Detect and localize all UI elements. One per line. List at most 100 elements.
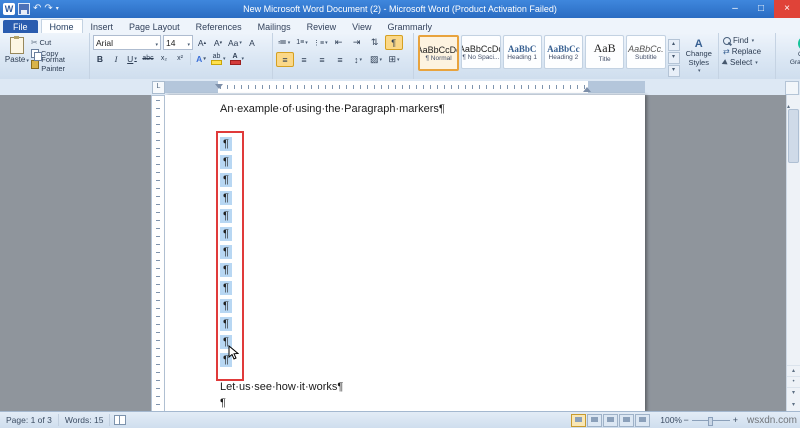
tab-mailings[interactable]: Mailings xyxy=(250,20,299,33)
font-family-combobox[interactable]: Arial xyxy=(93,35,161,50)
tab-insert[interactable]: Insert xyxy=(83,20,122,33)
fullscreen-reading-view-button[interactable] xyxy=(587,413,602,427)
zoom-level[interactable]: 100% xyxy=(660,415,682,425)
underline-button[interactable]: U xyxy=(125,52,139,65)
font-color-button[interactable]: A xyxy=(229,52,246,65)
shading-button[interactable]: ▨ xyxy=(368,53,384,66)
line-spacing-button[interactable]: ↕ xyxy=(350,53,366,66)
align-center-button[interactable]: ≡ xyxy=(296,53,312,66)
change-styles-label-2: Styles xyxy=(688,58,709,67)
page-indicator[interactable]: Page: 1 of 3 xyxy=(0,414,59,426)
save-icon[interactable] xyxy=(18,3,30,15)
document-line-2[interactable]: Let·us·see·how·it·works¶ xyxy=(220,381,343,393)
style-preview: AaBbCc. xyxy=(628,43,664,54)
strikethrough-button[interactable]: abc xyxy=(141,52,155,65)
document-heading-line[interactable]: An·example·of·using·the·Paragraph·marker… xyxy=(220,103,445,115)
word-logo-icon[interactable]: W xyxy=(3,3,15,15)
increase-indent-button[interactable]: ⇥ xyxy=(349,36,365,49)
style-name: ¶ No Spaci... xyxy=(462,53,500,61)
zoom-slider-thumb[interactable] xyxy=(707,416,713,426)
replace-button[interactable]: ⇄ Replace xyxy=(723,47,773,56)
grow-font-button[interactable]: A ▴ xyxy=(195,36,209,49)
tab-review[interactable]: Review xyxy=(299,20,345,33)
style-normal[interactable]: AaBbCcDc ¶ Normal xyxy=(418,35,460,71)
find-button[interactable]: Find xyxy=(723,36,773,45)
style-preview: AaBbCcDc xyxy=(462,43,499,54)
decrease-indent-button[interactable]: ⇤ xyxy=(331,36,347,49)
zoom-slider-track[interactable] xyxy=(691,416,730,426)
style-heading-2[interactable]: AaBbCc Heading 2 xyxy=(543,35,583,69)
maximize-button[interactable]: □ xyxy=(748,0,774,18)
clear-formatting-button[interactable]: A xyxy=(245,36,259,49)
tab-page-layout[interactable]: Page Layout xyxy=(121,20,188,33)
proofing-status-icon[interactable] xyxy=(114,415,127,425)
select-button[interactable]: Select xyxy=(721,58,773,67)
numbering-button[interactable]: 1≡ xyxy=(294,36,310,49)
next-page-button[interactable]: ▾ xyxy=(787,387,800,398)
show-hide-formatting-button[interactable]: ¶ xyxy=(384,35,403,50)
styles-scroll-down-icon[interactable]: ▾ xyxy=(667,52,680,64)
horizontal-ruler[interactable] xyxy=(165,81,645,93)
style-no-spacing[interactable]: AaBbCcDc ¶ No Spaci... xyxy=(461,35,501,69)
vertical-ruler[interactable] xyxy=(151,95,165,412)
font-size-combobox[interactable]: 14 xyxy=(163,35,193,50)
borders-button[interactable]: ⊞ xyxy=(386,53,402,66)
align-right-button[interactable]: ≡ xyxy=(314,53,330,66)
font-size-dropdown-icon[interactable] xyxy=(186,38,190,48)
scrollbar-thumb[interactable] xyxy=(788,109,799,163)
bold-button[interactable]: B xyxy=(93,52,107,65)
justify-button[interactable]: ≡ xyxy=(332,53,348,66)
right-indent-marker[interactable] xyxy=(583,87,591,92)
align-left-button[interactable]: ≡ xyxy=(276,52,294,67)
style-title[interactable]: AaB Title xyxy=(585,35,625,69)
select-browse-object-button[interactable]: • xyxy=(787,376,800,387)
redo-icon[interactable]: ↷ xyxy=(44,3,52,15)
bullets-button[interactable]: ≔ xyxy=(276,36,292,49)
zoom-in-button[interactable]: + xyxy=(733,415,738,425)
font-family-dropdown-icon[interactable] xyxy=(154,38,158,48)
italic-button[interactable]: I xyxy=(109,52,123,65)
multilevel-list-button[interactable]: ⋮≡ xyxy=(312,36,329,49)
undo-icon[interactable]: ↶ xyxy=(33,3,41,15)
web-layout-view-button[interactable] xyxy=(603,413,618,427)
styles-more-icon[interactable]: ▾ xyxy=(667,65,680,77)
document-page[interactable]: An·example·of·using·the·Paragraph·marker… xyxy=(165,95,645,412)
close-button[interactable]: × xyxy=(774,0,800,18)
print-layout-view-button[interactable] xyxy=(571,413,586,427)
outline-view-button[interactable] xyxy=(619,413,634,427)
left-indent-marker[interactable] xyxy=(215,84,223,89)
tab-selector-button[interactable]: L xyxy=(152,81,165,94)
tab-references[interactable]: References xyxy=(188,20,250,33)
change-case-button[interactable]: Aa xyxy=(227,36,243,49)
ruler-toggle-button[interactable] xyxy=(785,81,799,95)
shrink-font-button[interactable]: A ▾ xyxy=(211,36,225,49)
document-closing-mark[interactable]: ¶ xyxy=(220,397,226,409)
word-count[interactable]: Words: 15 xyxy=(59,414,111,426)
open-grammarly-button[interactable]: G Open Grammarly xyxy=(790,36,800,67)
change-styles-button[interactable]: A Change Styles xyxy=(682,35,717,81)
style-subtitle[interactable]: AaBbCc. Subtitle xyxy=(626,35,666,69)
previous-page-button[interactable]: ▴ xyxy=(787,365,800,376)
tab-view[interactable]: View xyxy=(344,20,379,33)
paste-button[interactable]: Paste xyxy=(3,35,31,81)
tab-grammarly[interactable]: Grammarly xyxy=(380,20,441,33)
format-painter-button[interactable]: Format Painter xyxy=(30,55,87,73)
watermark-text: wsxdn.com xyxy=(746,415,797,426)
tab-home[interactable]: Home xyxy=(40,19,83,33)
vertical-ruler-ticks xyxy=(156,100,160,407)
subscript-button[interactable]: x₂ xyxy=(157,52,171,65)
zoom-out-button[interactable]: − xyxy=(683,415,688,425)
style-heading-1[interactable]: AaBbC Heading 1 xyxy=(502,35,542,69)
style-preview: AaB xyxy=(593,41,616,55)
minimize-button[interactable]: – xyxy=(722,0,748,18)
superscript-button[interactable]: x² xyxy=(173,52,187,65)
qat-dropdown-icon[interactable]: ▾ xyxy=(56,3,59,15)
sort-button[interactable]: ⇅ xyxy=(367,36,383,49)
highlight-button[interactable]: ab xyxy=(210,52,227,65)
tab-file[interactable]: File xyxy=(3,20,38,33)
vertical-scrollbar[interactable]: ▴ ▴ • ▾ ▾ xyxy=(786,95,800,412)
draft-view-button[interactable] xyxy=(635,413,650,427)
cut-button[interactable]: ✂ Cut xyxy=(31,37,87,47)
styles-scroll-up-icon[interactable]: ▴ xyxy=(667,39,680,51)
text-effects-button[interactable]: A xyxy=(194,52,208,65)
